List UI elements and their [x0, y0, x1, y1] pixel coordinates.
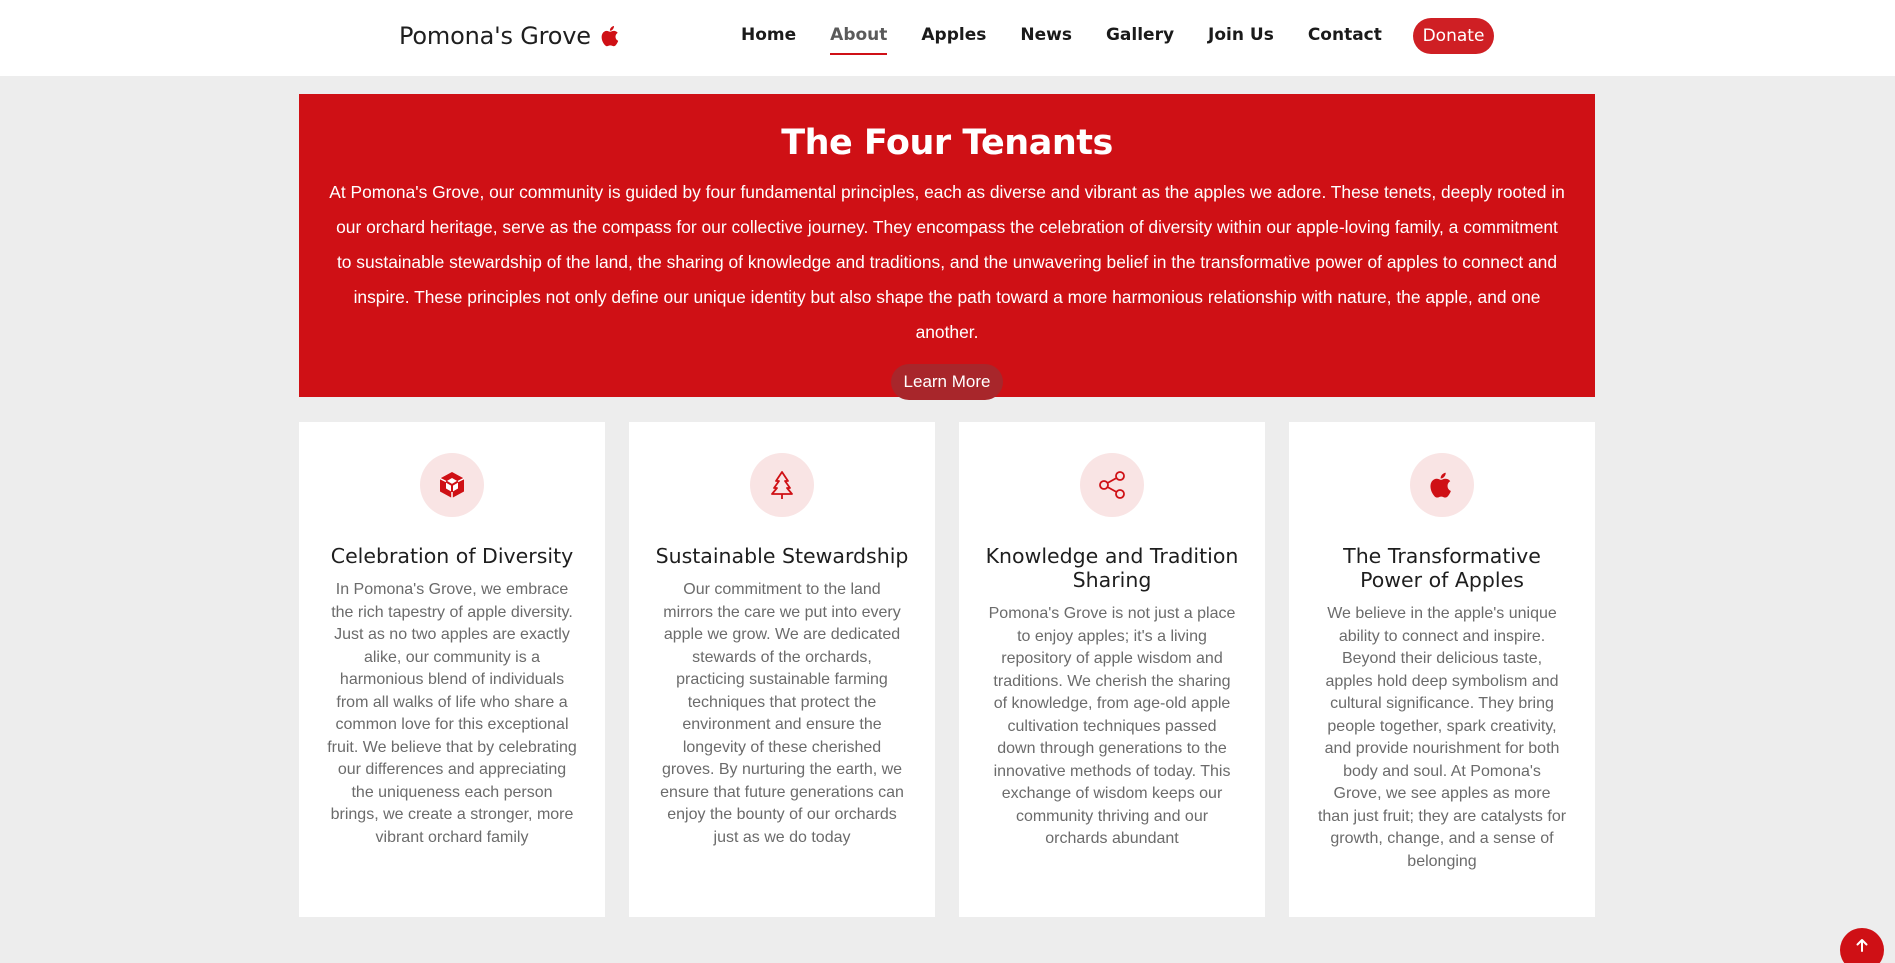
brand-logo[interactable]: Pomona's Grove: [399, 18, 623, 54]
share-icon: [1099, 471, 1125, 499]
tree-icon: [771, 471, 793, 499]
card-body: In Pomona's Grove, we embrace the rich t…: [327, 581, 577, 846]
tenant-card-stewardship: Sustainable Stewardship Our commitment t…: [629, 422, 935, 917]
cube-icon: [439, 472, 465, 498]
icon-badge: [420, 453, 484, 517]
site-header: Pomona's Grove Home About Apples News Ga…: [0, 0, 1895, 76]
card-title: Knowledge and Tradition Sharing: [985, 544, 1239, 592]
tenant-card-knowledge: Knowledge and Tradition Sharing Pomona's…: [959, 422, 1265, 917]
nav-gallery[interactable]: Gallery: [1106, 25, 1174, 49]
tenant-card-transformative: The Transformative Power of Apples We be…: [1289, 422, 1595, 917]
card-title: The Transformative Power of Apples: [1343, 544, 1541, 592]
donate-button[interactable]: Donate: [1413, 18, 1494, 54]
scroll-to-top-button[interactable]: [1840, 928, 1884, 963]
icon-badge: [1410, 453, 1474, 517]
card-title: Sustainable Stewardship: [655, 544, 909, 568]
apple-icon: [601, 26, 619, 47]
card-body: Pomona's Grove is not just a place to en…: [988, 605, 1236, 847]
learn-more-button[interactable]: Learn More: [891, 364, 1003, 400]
nav-apples[interactable]: Apples: [921, 25, 986, 49]
nav-home[interactable]: Home: [741, 25, 796, 49]
icon-badge: [1080, 453, 1144, 517]
card-title: Celebration of Diversity: [330, 544, 574, 568]
tenant-card-diversity: Celebration of Diversity In Pomona's Gro…: [299, 422, 605, 917]
nav-join-us[interactable]: Join Us: [1208, 25, 1274, 49]
hero-body: At Pomona's Grove, our community is guid…: [329, 182, 1565, 342]
nav-contact[interactable]: Contact: [1308, 25, 1382, 49]
hero-title: The Four Tenants: [781, 123, 1113, 163]
arrow-up-icon: [1856, 939, 1868, 952]
brand-name: Pomona's Grove: [399, 22, 591, 50]
main-nav: Home About Apples News Gallery Join Us C…: [741, 22, 1382, 55]
apple-icon: [1430, 472, 1451, 498]
four-tenants-hero: The Four Tenants At Pomona's Grove, our …: [299, 94, 1595, 400]
card-body: Our commitment to the land mirrors the c…: [660, 581, 904, 846]
icon-badge: [750, 453, 814, 517]
nav-news[interactable]: News: [1020, 25, 1072, 49]
nav-about[interactable]: About: [830, 25, 888, 55]
card-body: We believe in the apple's unique ability…: [1317, 605, 1567, 870]
